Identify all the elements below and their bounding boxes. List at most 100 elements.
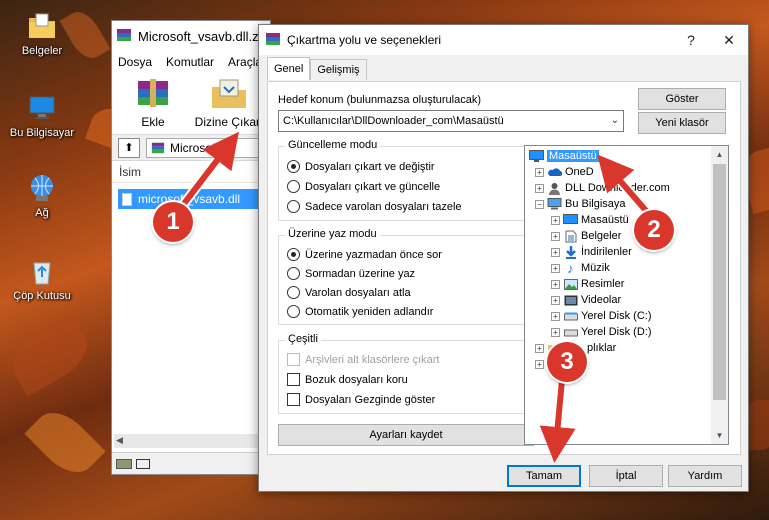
update-option-extract-replace[interactable]: Dosyaları çıkart ve değiştir [287, 160, 435, 173]
expand-plus-icon[interactable]: + [551, 311, 560, 321]
close-button[interactable]: ✕ [710, 25, 748, 55]
update-mode-title: Güncelleme modu [285, 139, 381, 151]
radio-button[interactable] [287, 200, 300, 213]
tree-item[interactable]: + Belgeler [551, 228, 621, 244]
extraction-dialog: Çıkartma yolu ve seçenekleri ? ✕ Genel G… [258, 24, 749, 492]
menu-commands[interactable]: Komutlar [166, 55, 214, 69]
tree-item[interactable]: + ♪ Müzik [551, 260, 610, 276]
drive-icon [116, 458, 132, 469]
destination-path-combo[interactable]: C:\Kullanıcılar\DllDownloader_com\Masaüs… [278, 110, 624, 132]
tree-item[interactable]: + Masaüstü [551, 212, 629, 228]
desktop-icon-this-pc[interactable]: Bu Bilgisayar [4, 92, 80, 139]
documents-icon [563, 230, 578, 243]
dialog-title-bar[interactable]: Çıkartma yolu ve seçenekleri ? ✕ [259, 25, 748, 55]
help-button[interactable]: ? [672, 25, 710, 55]
expand-plus-icon[interactable]: + [535, 343, 544, 353]
tree-item[interactable]: + OneD [535, 164, 594, 180]
add-archive-icon [132, 77, 174, 111]
winrar-title-bar[interactable]: Microsoft_vsavb.dll.z [112, 21, 270, 51]
tree-item[interactable]: + Yerel Disk (D:) [551, 324, 652, 340]
update-option-extract-update[interactable]: Dosyaları çıkart ve güncelle [287, 180, 440, 193]
status-indicator-icon [136, 458, 150, 469]
tree-item[interactable]: + Videolar [551, 292, 621, 308]
tree-item[interactable]: − Bu Bilgisaya [535, 196, 626, 212]
menu-tools[interactable]: Araçla [228, 55, 262, 69]
tab-general[interactable]: Genel [267, 57, 311, 80]
tree-item[interactable]: Masaüstü [529, 148, 599, 164]
checkbox [287, 353, 300, 366]
menu-file[interactable]: Dosya [118, 55, 152, 69]
radio-button[interactable] [287, 248, 300, 261]
expand-plus-icon[interactable]: + [551, 295, 560, 305]
tree-vertical-scrollbar[interactable]: ▲ ▼ [711, 146, 728, 444]
winrar-title: Microsoft_vsavb.dll.z [138, 28, 259, 44]
up-arrow-icon: ⬆ [124, 142, 134, 154]
computer-icon [547, 198, 562, 211]
winrar-status-bar [112, 452, 270, 474]
expand-plus-icon[interactable]: + [535, 167, 544, 177]
expand-plus-icon[interactable]: + [551, 215, 560, 225]
misc-option-keep-broken[interactable]: Bozuk dosyaları koru [287, 373, 408, 386]
overwrite-option-rename[interactable]: Otomatik yeniden adlandır [287, 305, 433, 318]
expand-plus-icon[interactable]: + [551, 263, 560, 273]
checkbox[interactable] [287, 393, 300, 406]
scrollbar-thumb[interactable] [713, 164, 726, 400]
file-list-item[interactable]: microsoft_vsavb.dll [118, 189, 258, 209]
expand-plus-icon[interactable]: + [551, 231, 560, 241]
network-icon [26, 172, 58, 204]
update-mode-group: Güncelleme modu Dosyaları çıkart ve deği… [278, 139, 533, 221]
folder-tree[interactable]: Masaüstü + OneD + DLL Downloader.com − B… [524, 145, 729, 445]
tree-item[interactable]: + DLL Downloader.com [535, 180, 670, 196]
radio-button[interactable] [287, 305, 300, 318]
radio-button[interactable] [287, 160, 300, 173]
ok-button[interactable]: Tamam [507, 465, 581, 487]
help-dialog-button[interactable]: Yardım [668, 465, 742, 487]
update-option-freshen[interactable]: Sadece varolan dosyaları tazele [287, 200, 462, 213]
tab-advanced[interactable]: Gelişmiş [310, 59, 367, 80]
scroll-left-arrow-icon[interactable]: ◀ [116, 435, 123, 446]
horizontal-scrollbar[interactable]: ◀ [114, 434, 270, 448]
expand-plus-icon[interactable]: + [535, 359, 544, 369]
scroll-down-arrow-icon[interactable]: ▼ [711, 427, 728, 444]
archive-path-field[interactable]: Microsoft_v [146, 137, 270, 158]
add-button[interactable]: Ekle [122, 77, 184, 129]
dialog-title: Çıkartma yolu ve seçenekleri [287, 33, 442, 47]
up-folder-button[interactable]: ⬆ [118, 137, 140, 158]
desktop-icon-recycle-bin[interactable]: Çöp Kutusu [4, 255, 80, 302]
videos-icon [563, 294, 578, 307]
cancel-button[interactable]: İptal [589, 465, 663, 487]
general-tab-panel: Hedef konum (bulunmazsa oluşturulacak) C… [267, 81, 741, 455]
extract-to-button[interactable]: Dizine Çıkart [194, 77, 264, 129]
winrar-app-icon [265, 31, 281, 50]
expand-plus-icon[interactable]: + [551, 279, 560, 289]
column-header-name[interactable]: İsim [112, 161, 270, 183]
show-button[interactable]: Göster [638, 88, 726, 110]
tree-item[interactable]: + Yerel Disk (C:) [551, 308, 652, 324]
expand-plus-icon[interactable]: + [551, 327, 560, 337]
radio-button[interactable] [287, 267, 300, 280]
overwrite-option-skip[interactable]: Varolan dosyaları atla [287, 286, 411, 299]
radio-button[interactable] [287, 180, 300, 193]
overwrite-option-without-prompt[interactable]: Sormadan üzerine yaz [287, 267, 415, 280]
overwrite-mode-group: Üzerine yaz modu Üzerine yazmadan önce s… [278, 228, 533, 325]
misc-option-show-in-explorer[interactable]: Dosyaları Gezginde göster [287, 393, 435, 406]
save-settings-button[interactable]: Ayarları kaydet [278, 424, 534, 446]
expand-plus-icon[interactable]: + [535, 183, 544, 193]
winrar-app-icon [116, 27, 132, 46]
tree-item[interactable]: + Resimler [551, 276, 624, 292]
tree-item[interactable]: + İndirilenler [551, 244, 632, 260]
dialog-tabs: Genel Gelişmiş [267, 57, 367, 81]
scroll-up-arrow-icon[interactable]: ▲ [711, 146, 728, 163]
checkbox[interactable] [287, 373, 300, 386]
collapse-minus-icon[interactable]: − [535, 199, 544, 209]
desktop-icon-documents[interactable]: Belgeler [4, 10, 80, 57]
tree-item[interactable]: + [535, 356, 544, 372]
radio-button[interactable] [287, 286, 300, 299]
chevron-down-icon[interactable]: ⌄ [611, 115, 619, 126]
winrar-path-bar: ⬆ Microsoft_v [112, 135, 270, 161]
step-1-badge: 1 [153, 202, 193, 242]
new-folder-button[interactable]: Yeni klasör [638, 112, 726, 134]
desktop-icon-network[interactable]: Ağ [4, 172, 80, 219]
overwrite-option-ask[interactable]: Üzerine yazmadan önce sor [287, 248, 442, 261]
expand-plus-icon[interactable]: + [551, 247, 560, 257]
